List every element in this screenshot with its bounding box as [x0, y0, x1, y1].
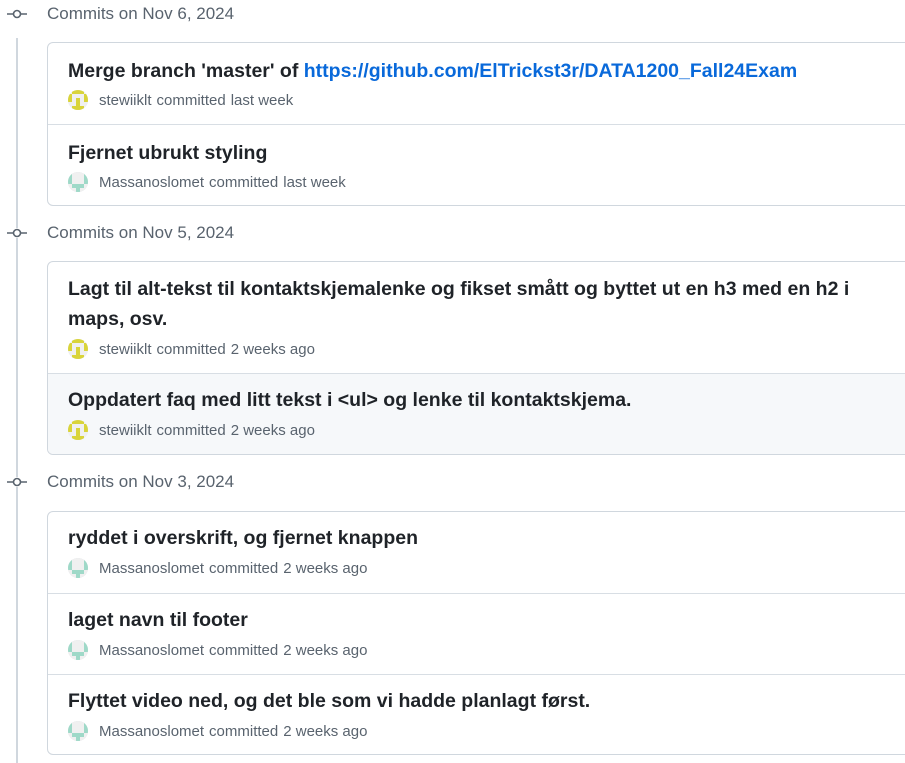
commit-meta: Massanoslomet committed 2 weeks ago — [68, 720, 367, 742]
commit-message[interactable]: Flyttet video ned, og det ble som vi had… — [68, 686, 900, 716]
yellow-identicon-icon — [68, 420, 88, 440]
commit-action: committed — [156, 340, 226, 358]
commit-author[interactable]: stewiiklt — [99, 341, 152, 358]
timeline-line — [16, 38, 18, 763]
commit-meta: Massanoslomet committed 2 weeks ago — [68, 557, 367, 579]
commit-time[interactable]: last week — [283, 174, 346, 191]
commit-message[interactable]: laget navn til footer — [68, 605, 900, 635]
group-header: Commits on Nov 6, 2024 — [0, 2, 905, 26]
commit-author[interactable]: stewiiklt — [99, 92, 152, 109]
commit-action: committed — [156, 421, 226, 439]
mint-identicon-icon — [68, 721, 88, 741]
commit-row[interactable]: Flyttet video ned, og det ble som vi had… — [48, 674, 905, 754]
commit-list: Merge branch 'master' of https://github.… — [47, 42, 905, 206]
commit-row[interactable]: ryddet i overskrift, og fjernet knappen … — [48, 512, 905, 593]
group-date-title: Commits on Nov 5, 2024 — [47, 223, 235, 242]
yellow-identicon-icon — [68, 339, 88, 359]
mint-identicon-icon — [68, 172, 88, 192]
commit-author[interactable]: Massanoslomet — [99, 642, 204, 659]
avatar[interactable] — [68, 90, 88, 110]
mint-identicon-icon — [68, 640, 88, 660]
commit-action: committed — [209, 559, 279, 577]
mint-identicon-icon — [68, 558, 88, 578]
commit-message[interactable]: Merge branch 'master' of https://github.… — [68, 56, 900, 86]
avatar[interactable] — [68, 640, 88, 660]
commit-meta: Massanoslomet committed 2 weeks ago — [68, 639, 367, 661]
group-header: Commits on Nov 5, 2024 — [0, 221, 905, 245]
git-commit-icon — [7, 228, 27, 238]
commit-action: committed — [209, 641, 279, 659]
commit-row[interactable]: Oppdatert faq med litt tekst i <ul> og l… — [48, 373, 905, 454]
commit-time[interactable]: 2 weeks ago — [283, 642, 367, 659]
commit-message[interactable]: ryddet i overskrift, og fjernet knappen — [68, 523, 900, 553]
commit-meta: Massanoslomet committed last week — [68, 171, 346, 193]
commit-time[interactable]: 2 weeks ago — [231, 341, 315, 358]
group-date-title: Commits on Nov 6, 2024 — [47, 4, 235, 23]
avatar[interactable] — [68, 558, 88, 578]
git-commit-icon — [7, 9, 27, 19]
yellow-identicon-icon — [68, 90, 88, 110]
commit-message[interactable]: Fjernet ubrukt styling — [68, 138, 900, 168]
group-header: Commits on Nov 3, 2024 — [0, 470, 905, 494]
commit-message-text[interactable]: Merge branch 'master' of — [68, 60, 304, 82]
commit-author[interactable]: Massanoslomet — [99, 174, 204, 191]
commit-meta: stewiiklt committed last week — [68, 89, 293, 111]
commit-time[interactable]: 2 weeks ago — [283, 723, 367, 740]
commit-meta: stewiiklt committed 2 weeks ago — [68, 419, 315, 441]
commit-time[interactable]: 2 weeks ago — [231, 422, 315, 439]
commit-time[interactable]: 2 weeks ago — [283, 560, 367, 577]
commit-author[interactable]: stewiiklt — [99, 422, 152, 439]
group-date-title: Commits on Nov 3, 2024 — [47, 472, 235, 491]
avatar[interactable] — [68, 339, 88, 359]
commit-meta: stewiiklt committed 2 weeks ago — [68, 338, 315, 360]
commit-list: Lagt til alt-tekst til kontaktskjemalenk… — [47, 261, 905, 455]
commit-row[interactable]: Merge branch 'master' of https://github.… — [48, 43, 905, 124]
avatar[interactable] — [68, 172, 88, 192]
commit-author[interactable]: Massanoslomet — [99, 723, 204, 740]
commit-action: committed — [209, 173, 279, 191]
commit-time[interactable]: last week — [231, 92, 294, 109]
commit-row[interactable]: laget navn til footer Massanoslomet comm… — [48, 593, 905, 674]
commit-link[interactable]: https://github.com/ElTrickst3r/DATA1200_… — [304, 60, 797, 82]
commit-action: committed — [209, 722, 279, 740]
commit-row[interactable]: Lagt til alt-tekst til kontaktskjemalenk… — [48, 262, 905, 373]
commit-message[interactable]: Lagt til alt-tekst til kontaktskjemalenk… — [68, 274, 905, 334]
commit-list: ryddet i overskrift, og fjernet knappen … — [47, 511, 905, 755]
avatar[interactable] — [68, 721, 88, 741]
avatar[interactable] — [68, 420, 88, 440]
commit-message[interactable]: Oppdatert faq med litt tekst i <ul> og l… — [68, 385, 900, 415]
commit-author[interactable]: Massanoslomet — [99, 560, 204, 577]
commit-action: committed — [156, 91, 226, 109]
git-commit-icon — [7, 477, 27, 487]
commit-row[interactable]: Fjernet ubrukt styling Massanoslomet com… — [48, 124, 905, 205]
